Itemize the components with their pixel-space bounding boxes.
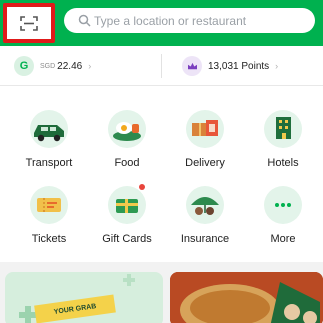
top-bar: Type a location or restaurant <box>0 0 323 46</box>
food-photo <box>170 272 323 323</box>
rewards-points[interactable]: 13,031 Points › <box>182 56 278 76</box>
delivery-icon <box>186 110 224 148</box>
wallet-amount: 22.46 <box>57 60 83 72</box>
service-more[interactable]: More <box>243 186 323 245</box>
promo-area: YOUR GRAB <box>0 262 323 323</box>
service-transport[interactable]: Transport <box>9 110 89 169</box>
balance-row: G SGD 22.46 › 13,031 Points › <box>0 46 323 86</box>
chevron-right-icon: › <box>88 61 92 71</box>
service-gift-cards[interactable]: Gift Cards <box>87 184 167 245</box>
promo-card-right[interactable] <box>170 272 323 323</box>
service-label: Hotels <box>267 157 299 169</box>
search-bar[interactable]: Type a location or restaurant <box>64 8 315 33</box>
gift-card-icon <box>108 184 146 224</box>
new-badge <box>139 184 145 190</box>
service-tickets[interactable]: Tickets <box>9 186 89 245</box>
qr-scan-icon <box>20 16 38 31</box>
divider <box>161 54 162 78</box>
service-label: More <box>270 233 296 245</box>
service-label: Transport <box>25 157 73 169</box>
car-icon <box>30 110 68 148</box>
points-value: 13,031 Points <box>208 60 270 72</box>
service-label: Food <box>114 157 140 169</box>
service-delivery[interactable]: Delivery <box>165 110 245 169</box>
service-label: Tickets <box>31 233 67 245</box>
service-food[interactable]: Food <box>87 110 167 169</box>
wallet-currency: SGD <box>40 62 56 70</box>
search-placeholder: Type a location or restaurant <box>94 13 247 28</box>
service-label: Delivery <box>185 157 225 169</box>
search-icon <box>78 14 91 27</box>
food-icon <box>108 110 146 148</box>
ticket-icon <box>30 186 68 224</box>
hotel-icon <box>264 110 302 148</box>
wallet-balance[interactable]: G SGD 22.46 › <box>14 56 91 76</box>
crown-icon <box>182 56 202 76</box>
more-icon <box>264 186 302 224</box>
grabpay-icon: G <box>14 56 34 76</box>
service-label: Gift Cards <box>102 233 152 245</box>
service-hotels[interactable]: Hotels <box>243 110 323 169</box>
promo-text: YOUR GRAB <box>53 302 97 316</box>
promo-card-left[interactable]: YOUR GRAB <box>5 272 163 323</box>
scan-button[interactable] <box>3 3 55 43</box>
service-label: Insurance <box>180 233 230 245</box>
service-insurance[interactable]: Insurance <box>165 186 245 245</box>
umbrella-icon <box>186 186 224 224</box>
chevron-right-icon: › <box>275 61 279 71</box>
